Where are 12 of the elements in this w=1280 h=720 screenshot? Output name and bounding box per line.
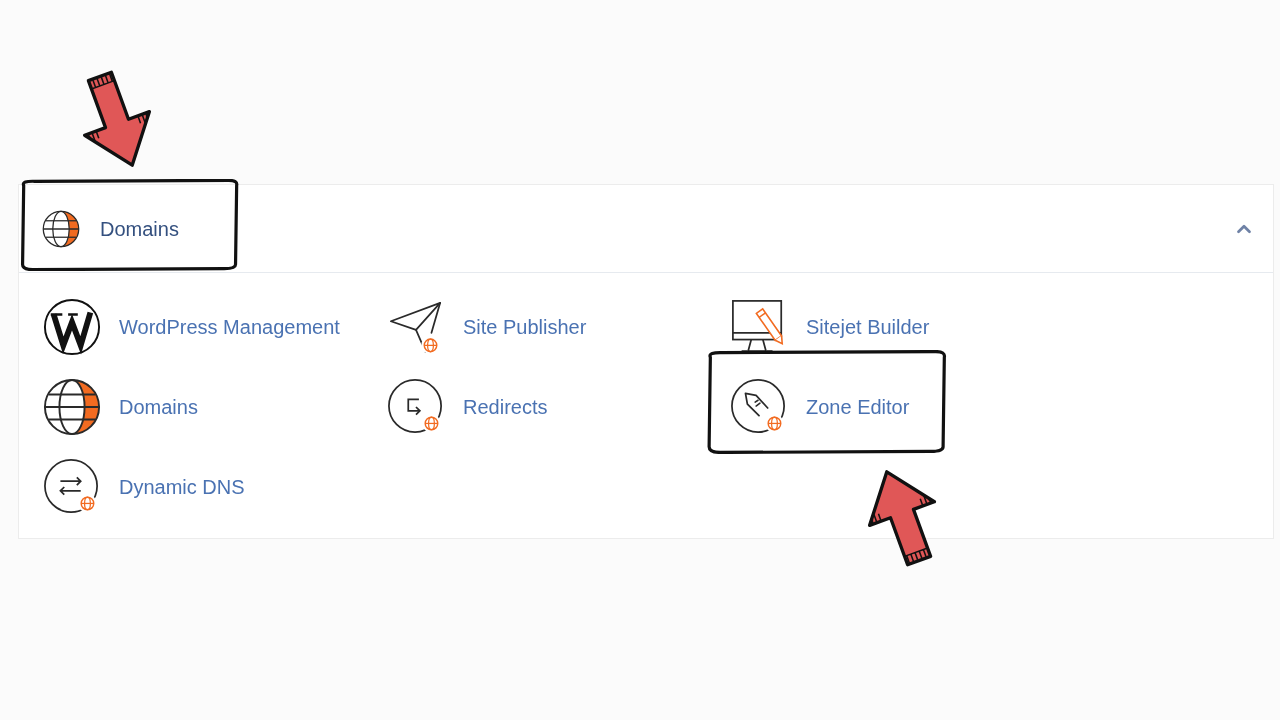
section-header[interactable]: Domains — [19, 185, 1273, 273]
globe-icon — [42, 209, 80, 248]
swap-arrows-icon — [43, 458, 101, 516]
tool-link[interactable]: Domains — [43, 378, 198, 436]
tool-link[interactable]: Redirects — [387, 378, 548, 436]
tool-link[interactable]: Dynamic DNS — [43, 458, 245, 516]
tool-link[interactable]: Sitejet Builder — [730, 298, 930, 356]
wordpress-logo-icon — [43, 298, 101, 356]
tool-link[interactable]: WordPress Management — [43, 298, 340, 356]
pen-nib-icon — [730, 378, 788, 436]
tool-link[interactable]: Site Publisher — [387, 298, 587, 356]
globe-icon — [43, 378, 101, 436]
